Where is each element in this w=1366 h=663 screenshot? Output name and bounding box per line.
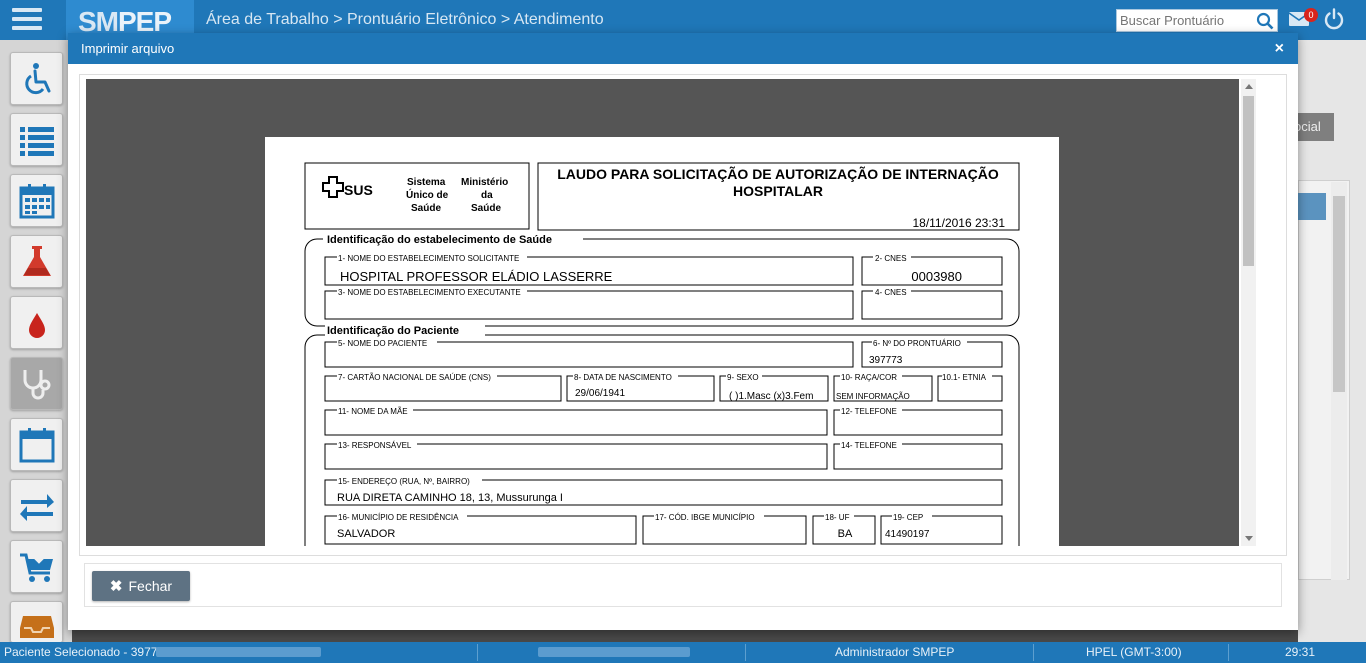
field-15-value: RUA DIRETA CAMINHO 18, 13, Mussurunga I	[337, 492, 563, 504]
status-bar: Paciente Selecionado - 397773: Administr…	[0, 642, 1366, 663]
field-10-value: SEM INFORMAÇÃO	[836, 392, 910, 401]
background-selected-row	[1298, 193, 1326, 220]
mail-badge: 0	[1304, 8, 1318, 22]
doc-title-line1: LAUDO PARA SOLICITAÇÃO DE AUTORIZAÇÃO DE…	[557, 165, 999, 182]
field-6-value: 397773	[869, 355, 903, 366]
field-15-label: 15- ENDEREÇO (RUA, Nº, BAIRRO)	[338, 477, 470, 486]
field-10-label: 10- RAÇA/COR	[841, 373, 897, 382]
field-1-value: HOSPITAL PROFESSOR ELÁDIO LASSERRE	[340, 269, 613, 284]
sidebar-item-list[interactable]	[10, 113, 63, 166]
status-clock: 29:31	[1285, 645, 1316, 659]
power-icon[interactable]	[1323, 8, 1345, 30]
search-input[interactable]	[1117, 10, 1247, 31]
sidebar-item-calendar[interactable]	[10, 418, 63, 471]
doc-title-line2: HOSPITALAR	[733, 183, 823, 199]
pdf-scroll-thumb[interactable]	[1243, 96, 1254, 266]
field-2-value: 0003980	[911, 269, 962, 284]
field-5-label: 5- NOME DO PACIENTE	[338, 339, 427, 348]
print-dialog: Imprimir arquivo × SUS Sistema Único de …	[68, 33, 1298, 630]
field-10-1-label: 10.1- ETNIA	[942, 373, 987, 382]
field-7-label: 7- CARTÃO NACIONAL DE SAÚDE (CNS)	[338, 373, 491, 382]
breadcrumb: Área de Trabalho > Prontuário Eletrônico…	[206, 11, 604, 28]
close-button-label: Fechar	[128, 578, 173, 594]
sus-logo-icon	[322, 176, 344, 198]
cart-download-icon	[20, 550, 53, 582]
logo-ministerio-1: Ministério	[461, 177, 508, 188]
background-scroll-thumb[interactable]	[1333, 196, 1345, 392]
dialog-title: Imprimir arquivo	[81, 41, 175, 56]
field-9-label: 9- SEXO	[727, 373, 759, 382]
sidebar-item-schedule[interactable]	[10, 174, 63, 227]
logo-sistema-3: Saúde	[411, 203, 441, 214]
scroll-down-icon[interactable]	[1245, 536, 1253, 541]
sidebar-item-accessibility[interactable]	[10, 52, 63, 105]
sidebar-item-transfer[interactable]	[10, 479, 63, 532]
field-12-label: 12- TELEFONE	[841, 407, 897, 416]
stethoscope-icon	[23, 370, 51, 400]
logo-ministerio-3: Saúde	[471, 203, 501, 214]
wheelchair-icon	[25, 63, 51, 95]
field-6-label: 6- Nº DO PRONTUÁRIO	[873, 339, 961, 348]
field-16-label: 16- MUNICÍPIO DE RESIDÊNCIA	[338, 513, 459, 522]
search-box	[1116, 9, 1278, 32]
dialog-header: Imprimir arquivo ×	[68, 33, 1298, 64]
search-icon[interactable]	[1256, 12, 1274, 30]
sidebar-item-cart[interactable]	[10, 540, 63, 593]
field-1-label: 1- NOME DO ESTABELECIMENTO SOLICITANTE	[338, 254, 519, 263]
field-11-label: 11- NOME DA MÃE	[338, 407, 408, 416]
sidebar-item-inbox[interactable]	[10, 601, 63, 643]
status-user: Administrador SMPEP	[835, 645, 955, 659]
pdf-scrollbar[interactable]	[1241, 79, 1256, 546]
section-patient-title: Identificação do Paciente	[327, 325, 459, 337]
status-patient: Paciente Selecionado - 397773:	[4, 645, 175, 659]
list-icon	[20, 127, 54, 156]
inbox-icon	[20, 616, 54, 638]
logo-sus-text: SUS	[344, 182, 373, 198]
field-16-value: SALVADOR	[337, 528, 395, 540]
logo-sistema-2: Único de	[406, 188, 449, 201]
section-establishment-title: Identificação do estabelecimento de Saúd…	[327, 234, 552, 246]
close-icon[interactable]: ×	[1275, 33, 1284, 64]
field-2-label: 2- CNES	[875, 254, 907, 263]
field-8-label: 8- DATA DE NASCIMENTO	[574, 373, 672, 382]
pdf-page: SUS Sistema Único de Saúde Ministério da…	[265, 137, 1059, 546]
field-14-label: 14- TELEFONE	[841, 441, 897, 450]
pdf-canvas: SUS Sistema Único de Saúde Ministério da…	[86, 79, 1239, 546]
blood-drop-icon	[29, 313, 45, 338]
sidebar-item-attendance[interactable]	[10, 357, 63, 410]
close-button[interactable]: ✖ Fechar	[92, 571, 190, 601]
close-x-icon: ✖	[109, 578, 123, 595]
field-17-label: 17- CÓD. IBGE MUNICÍPIO	[655, 513, 755, 522]
transfer-arrows-icon	[20, 494, 54, 521]
field-18-label: 18- UF	[825, 513, 850, 522]
left-sidebar	[0, 40, 72, 643]
pdf-viewer: SUS Sistema Único de Saúde Ministério da…	[79, 74, 1287, 556]
field-3-label: 3- NOME DO ESTABELECIMENTO EXECUTANTE	[338, 288, 521, 297]
field-19-label: 19- CEP	[893, 513, 923, 522]
field-18-value: BA	[838, 528, 853, 540]
field-13-label: 13- RESPONSÁVEL	[338, 441, 412, 450]
dialog-footer: ✖ Fechar	[84, 563, 1282, 607]
scroll-up-icon[interactable]	[1245, 84, 1253, 89]
calendar-grid-icon	[19, 184, 55, 219]
menu-icon[interactable]	[12, 8, 42, 32]
field-4-label: 4- CNES	[875, 288, 907, 297]
patient-name-redacted	[156, 647, 321, 657]
sidebar-item-blood[interactable]	[10, 296, 63, 349]
field-19-value: 41490197	[885, 529, 930, 540]
sidebar-item-lab[interactable]	[10, 235, 63, 288]
doc-datetime: 18/11/2016 23:31	[912, 216, 1005, 230]
field-9-value: ( )1.Masc (x)3.Fem	[729, 391, 813, 402]
form-document: SUS Sistema Único de Saúde Ministério da…	[304, 162, 1020, 546]
field-8-value: 29/06/1941	[575, 388, 625, 399]
logo-ministerio-2: da	[481, 190, 493, 201]
status-redacted	[538, 647, 690, 657]
calendar-icon	[19, 428, 55, 463]
flask-icon	[23, 246, 51, 276]
status-timezone: HPEL (GMT-3:00)	[1086, 645, 1182, 659]
logo-sistema-1: Sistema	[407, 177, 446, 188]
